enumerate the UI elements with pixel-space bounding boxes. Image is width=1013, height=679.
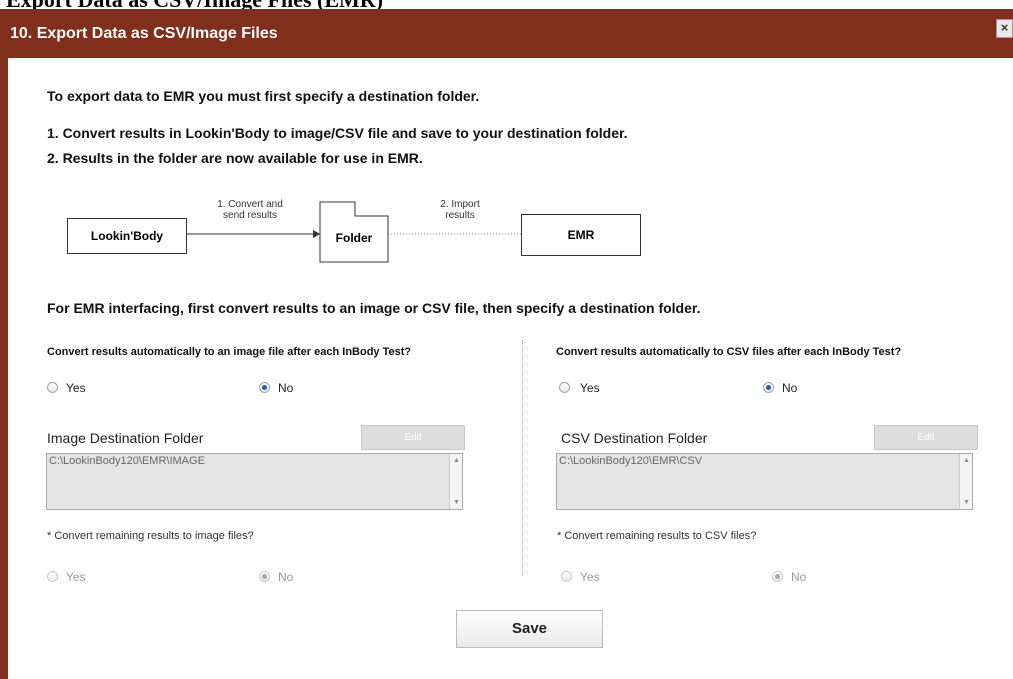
csv-folder-path: C:\LookinBody120\EMR\CSV (559, 455, 703, 467)
image-folder-label: Image Destination Folder (47, 430, 204, 446)
csv-remaining-no-label: No (791, 570, 807, 584)
csv-folder-edit-button[interactable]: Edit (874, 425, 978, 450)
csv-folder-label: CSV Destination Folder (561, 430, 708, 446)
diagram-connectors (187, 201, 521, 263)
panel-divider (522, 340, 523, 576)
section-heading: For EMR interfacing, first convert resul… (47, 300, 701, 316)
csv-auto-no-label: No (782, 381, 798, 395)
csv-path-scrollbar[interactable]: ▲ ▼ (959, 454, 972, 509)
diagram-emr-box: EMR (521, 214, 641, 256)
diagram-folder-box: Folder (335, 231, 373, 245)
csv-remaining-yes-label: Yes (580, 570, 600, 584)
csv-auto-yes-radio[interactable] (559, 382, 570, 393)
image-folder-path: C:\LookinBody120\EMR\IMAGE (49, 455, 205, 467)
image-auto-no-label: No (278, 381, 294, 395)
csv-folder-path-field[interactable]: C:\LookinBody120\EMR\CSV ▲ ▼ (556, 453, 973, 510)
image-auto-no-radio[interactable] (259, 382, 270, 393)
image-folder-path-field[interactable]: C:\LookinBody120\EMR\IMAGE ▲ ▼ (46, 453, 463, 510)
image-remaining-yes-label: Yes (66, 570, 86, 584)
csv-remaining-no-radio[interactable] (772, 571, 783, 582)
image-remaining-yes-radio[interactable] (47, 571, 58, 582)
image-path-scrollbar[interactable]: ▲ ▼ (449, 454, 462, 509)
csv-auto-no-radio[interactable] (763, 382, 774, 393)
image-remaining-no-radio[interactable] (259, 571, 270, 582)
csv-remaining-question: * Convert remaining results to CSV files… (557, 530, 757, 542)
save-button[interactable]: Save (456, 610, 603, 648)
image-auto-yes-label: Yes (66, 381, 86, 395)
image-auto-question: Convert results automatically to an imag… (47, 346, 412, 358)
csv-auto-yes-label: Yes (580, 381, 600, 395)
image-remaining-no-label: No (278, 570, 294, 584)
diagram-arrow2-label: 2. Import results (440, 199, 480, 221)
image-remaining-question: * Convert remaining results to image fil… (47, 530, 254, 542)
csv-remaining-yes-radio[interactable] (561, 571, 572, 582)
image-auto-yes-radio[interactable] (47, 382, 58, 393)
csv-auto-question: Convert results automatically to CSV fil… (556, 346, 902, 358)
image-folder-edit-button[interactable]: Edit (361, 425, 465, 450)
